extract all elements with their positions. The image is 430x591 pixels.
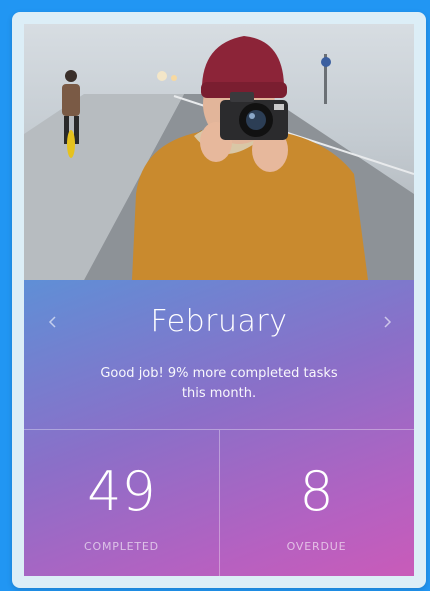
stats-row: 49 COMPLETED 8 OVERDUE [24,429,414,576]
completed-stat: 49 COMPLETED [24,430,220,576]
header-photo [24,24,414,280]
completed-label: COMPLETED [84,540,159,553]
card-frame: February Good job! 9% more completed tas… [12,12,426,588]
month-title: February [150,304,288,339]
completed-count: 49 [87,460,156,523]
summary-message: Good job! 9% more completed tasks this m… [100,366,338,401]
stats-card: February Good job! 9% more completed tas… [24,24,414,576]
chevron-right-icon[interactable] [378,310,398,334]
overdue-stat: 8 OVERDUE [219,430,414,576]
photographer-illustration [24,36,414,280]
overdue-count: 8 [299,460,334,523]
overdue-label: OVERDUE [286,540,347,553]
monthly-summary-panel: February Good job! 9% more completed tas… [24,280,414,576]
